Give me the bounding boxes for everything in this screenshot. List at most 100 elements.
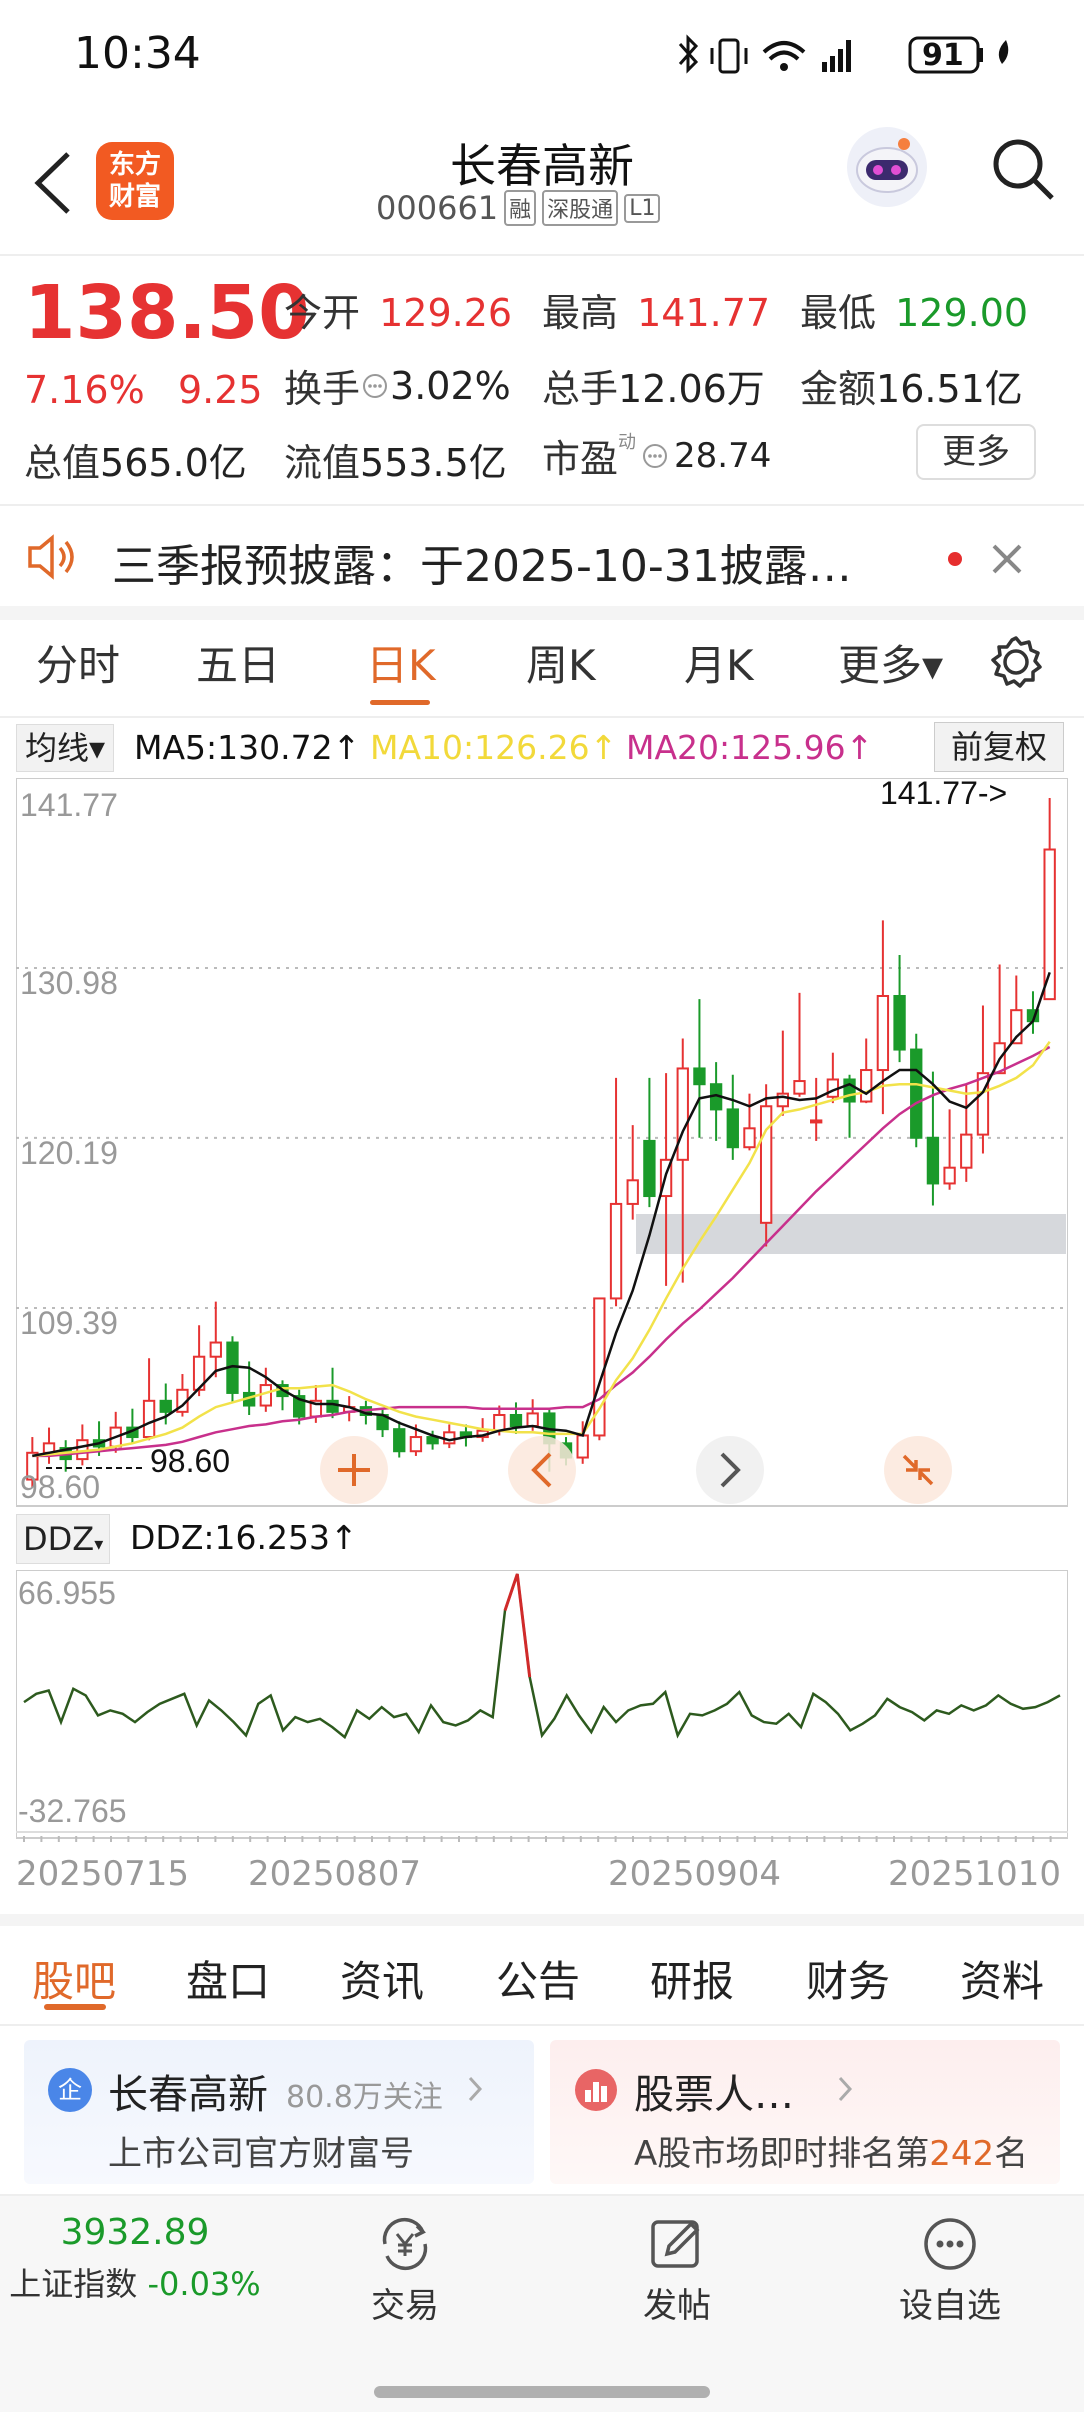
candle bbox=[226, 1336, 239, 1403]
tab-profile[interactable]: 资料 bbox=[960, 1948, 1044, 2009]
notice-dot bbox=[948, 552, 962, 566]
speaker-icon bbox=[28, 534, 74, 580]
tag-margin: 融 bbox=[504, 190, 537, 226]
stock-header: 东方 财富 长春高新 000661 融 深股通 L1 bbox=[0, 110, 1084, 255]
tab-daily-k[interactable]: 日K bbox=[366, 632, 436, 693]
home-indicator bbox=[374, 2386, 710, 2398]
info-dots-icon[interactable] bbox=[642, 443, 668, 469]
scroll-left-button[interactable] bbox=[508, 1436, 576, 1504]
volume-field: 总手12.06万 bbox=[542, 358, 765, 413]
header-divider bbox=[0, 254, 1084, 256]
tab-monthly-k[interactable]: 月K bbox=[684, 632, 754, 693]
pe-sup: 动 bbox=[618, 432, 637, 453]
open-value: 129.26 bbox=[379, 291, 513, 335]
index-name: 上证指数 bbox=[9, 2265, 138, 2303]
add-watchlist-button[interactable]: 设自选 bbox=[880, 2214, 1020, 2327]
amount-label: 金额 bbox=[800, 367, 877, 411]
high-label: 最高 bbox=[542, 291, 619, 335]
settings-gear-icon[interactable] bbox=[988, 634, 1044, 690]
volume-label: 总手 bbox=[542, 367, 619, 411]
ddz-max-label: 66.955 bbox=[18, 1575, 116, 1611]
candlestick-chart[interactable]: 141.77 130.98 120.19 109.39 98.60 141.77… bbox=[16, 778, 1068, 1508]
open-label: 今开 bbox=[284, 291, 361, 335]
scroll-right-button[interactable] bbox=[696, 1436, 764, 1504]
notice-bar[interactable]: 三季报预披露：于2025-10-31披露… bbox=[0, 506, 1084, 606]
index-value: 3932.89 bbox=[60, 2212, 210, 2253]
ddz-indicator-chart[interactable]: 66.955 -32.765 bbox=[16, 1570, 1068, 1840]
float-value: 553.5亿 bbox=[360, 441, 507, 485]
indicator-selector[interactable]: DDZ▾ bbox=[16, 1514, 111, 1564]
card-subtitle: 上市公司官方财富号 bbox=[108, 2134, 414, 2174]
tab-five-day[interactable]: 五日 bbox=[196, 632, 280, 693]
low-field: 最低 129.00 bbox=[800, 282, 1028, 337]
mktcap-value: 565.0亿 bbox=[100, 441, 247, 485]
open-field: 今开 129.26 bbox=[284, 282, 512, 337]
bottom-tabs-divider bbox=[0, 2024, 1084, 2026]
tab-guba[interactable]: 股吧 bbox=[32, 1948, 116, 2009]
stock-ranking-card[interactable]: 股票人… A股市场即时排名第242名 bbox=[550, 2040, 1060, 2184]
tag-connect: 深股通 bbox=[542, 190, 619, 226]
tab-news[interactable]: 资讯 bbox=[340, 1948, 424, 2009]
ranking-icon bbox=[575, 2069, 617, 2111]
notice-text: 三季报预披露：于2025-10-31披露… bbox=[112, 541, 852, 592]
official-account-card[interactable]: 企 长春高新 80.8万关注 上市公司官方财富号 bbox=[24, 2040, 534, 2184]
status-time: 10:34 bbox=[74, 28, 201, 79]
low-label: 最低 bbox=[800, 291, 877, 335]
bottom-navigation: 3932.89 上证指数 -0.03% 交易 发帖 设自选 bbox=[0, 2194, 1084, 2412]
info-dots-icon[interactable] bbox=[362, 373, 388, 399]
stock-code: 000661 bbox=[376, 189, 499, 227]
trade-yen-icon bbox=[382, 2217, 428, 2271]
trade-button[interactable]: 交易 bbox=[340, 2214, 470, 2327]
tab-order-book[interactable]: 盘口 bbox=[186, 1948, 270, 2009]
zoom-in-button[interactable] bbox=[320, 1436, 388, 1504]
volume-value: 12.06万 bbox=[618, 367, 765, 411]
max-price-marker: 141.77-> bbox=[880, 778, 1007, 811]
post-button[interactable]: 发帖 bbox=[612, 2214, 742, 2327]
card-company-name: 长春高新 bbox=[108, 2072, 268, 2118]
status-icons bbox=[678, 34, 1009, 74]
section-gap bbox=[0, 1914, 1084, 1926]
section-gap bbox=[0, 606, 1084, 620]
float-label: 流值 bbox=[284, 441, 361, 485]
support-zone bbox=[636, 1214, 1066, 1254]
index-ticker[interactable]: 3932.89 上证指数 -0.03% bbox=[0, 2212, 270, 2305]
leaf-icon bbox=[998, 40, 1009, 64]
bluetooth-icon bbox=[678, 34, 699, 74]
turnover-field: 换手 3.02% bbox=[284, 358, 511, 413]
status-bar: 10:34 91 bbox=[0, 0, 1084, 110]
close-icon[interactable] bbox=[990, 542, 1024, 576]
adjust-mode-button[interactable]: 前复权 bbox=[934, 722, 1064, 772]
x-tick-label: 20250715 bbox=[16, 1854, 190, 1894]
high-field: 最高 141.77 bbox=[542, 282, 770, 337]
ddz-value: DDZ:16.253↑ bbox=[130, 1518, 358, 1557]
more-button[interactable]: 更多 bbox=[916, 424, 1036, 480]
tag-level: L1 bbox=[624, 193, 661, 223]
pe-label: 市盈 bbox=[542, 437, 619, 481]
edit-pen-icon bbox=[651, 2220, 700, 2268]
candle bbox=[910, 1033, 923, 1148]
tab-intraday[interactable]: 分时 bbox=[36, 632, 120, 693]
tab-weekly-k[interactable]: 周K bbox=[526, 632, 596, 693]
index-change: -0.03% bbox=[147, 2265, 261, 2303]
high-value: 141.77 bbox=[637, 291, 771, 335]
vibrate-icon bbox=[718, 38, 740, 74]
trade-label: 交易 bbox=[371, 2286, 439, 2326]
x-tick-label: 20250904 bbox=[608, 1854, 782, 1894]
card-ranking-subtitle: A股市场即时排名第242名 bbox=[634, 2126, 1028, 2175]
market-cap: 总值565.0亿 bbox=[24, 432, 247, 487]
tab-financials[interactable]: 财务 bbox=[806, 1948, 890, 2009]
tab-research[interactable]: 研报 bbox=[650, 1948, 734, 2009]
tab-announcements[interactable]: 公告 bbox=[496, 1948, 580, 2009]
ma-selector[interactable]: 均线▾ bbox=[16, 724, 115, 772]
x-tick-label: 20250807 bbox=[248, 1854, 422, 1894]
ddz-min-label: -32.765 bbox=[18, 1793, 127, 1829]
ma20-label: MA20:125.96↑ bbox=[626, 728, 874, 767]
search-icon[interactable] bbox=[990, 136, 1056, 202]
chevron-right-icon bbox=[838, 2076, 853, 2102]
amount-field: 金额16.51亿 bbox=[800, 358, 1023, 413]
float-field: 流值553.5亿 bbox=[284, 432, 507, 487]
min-price-marker: 98.60 bbox=[150, 1443, 230, 1479]
robot-assistant-icon[interactable] bbox=[844, 124, 930, 210]
tab-more-periods[interactable]: 更多▾ bbox=[838, 632, 943, 693]
shrink-button[interactable] bbox=[884, 1436, 952, 1504]
